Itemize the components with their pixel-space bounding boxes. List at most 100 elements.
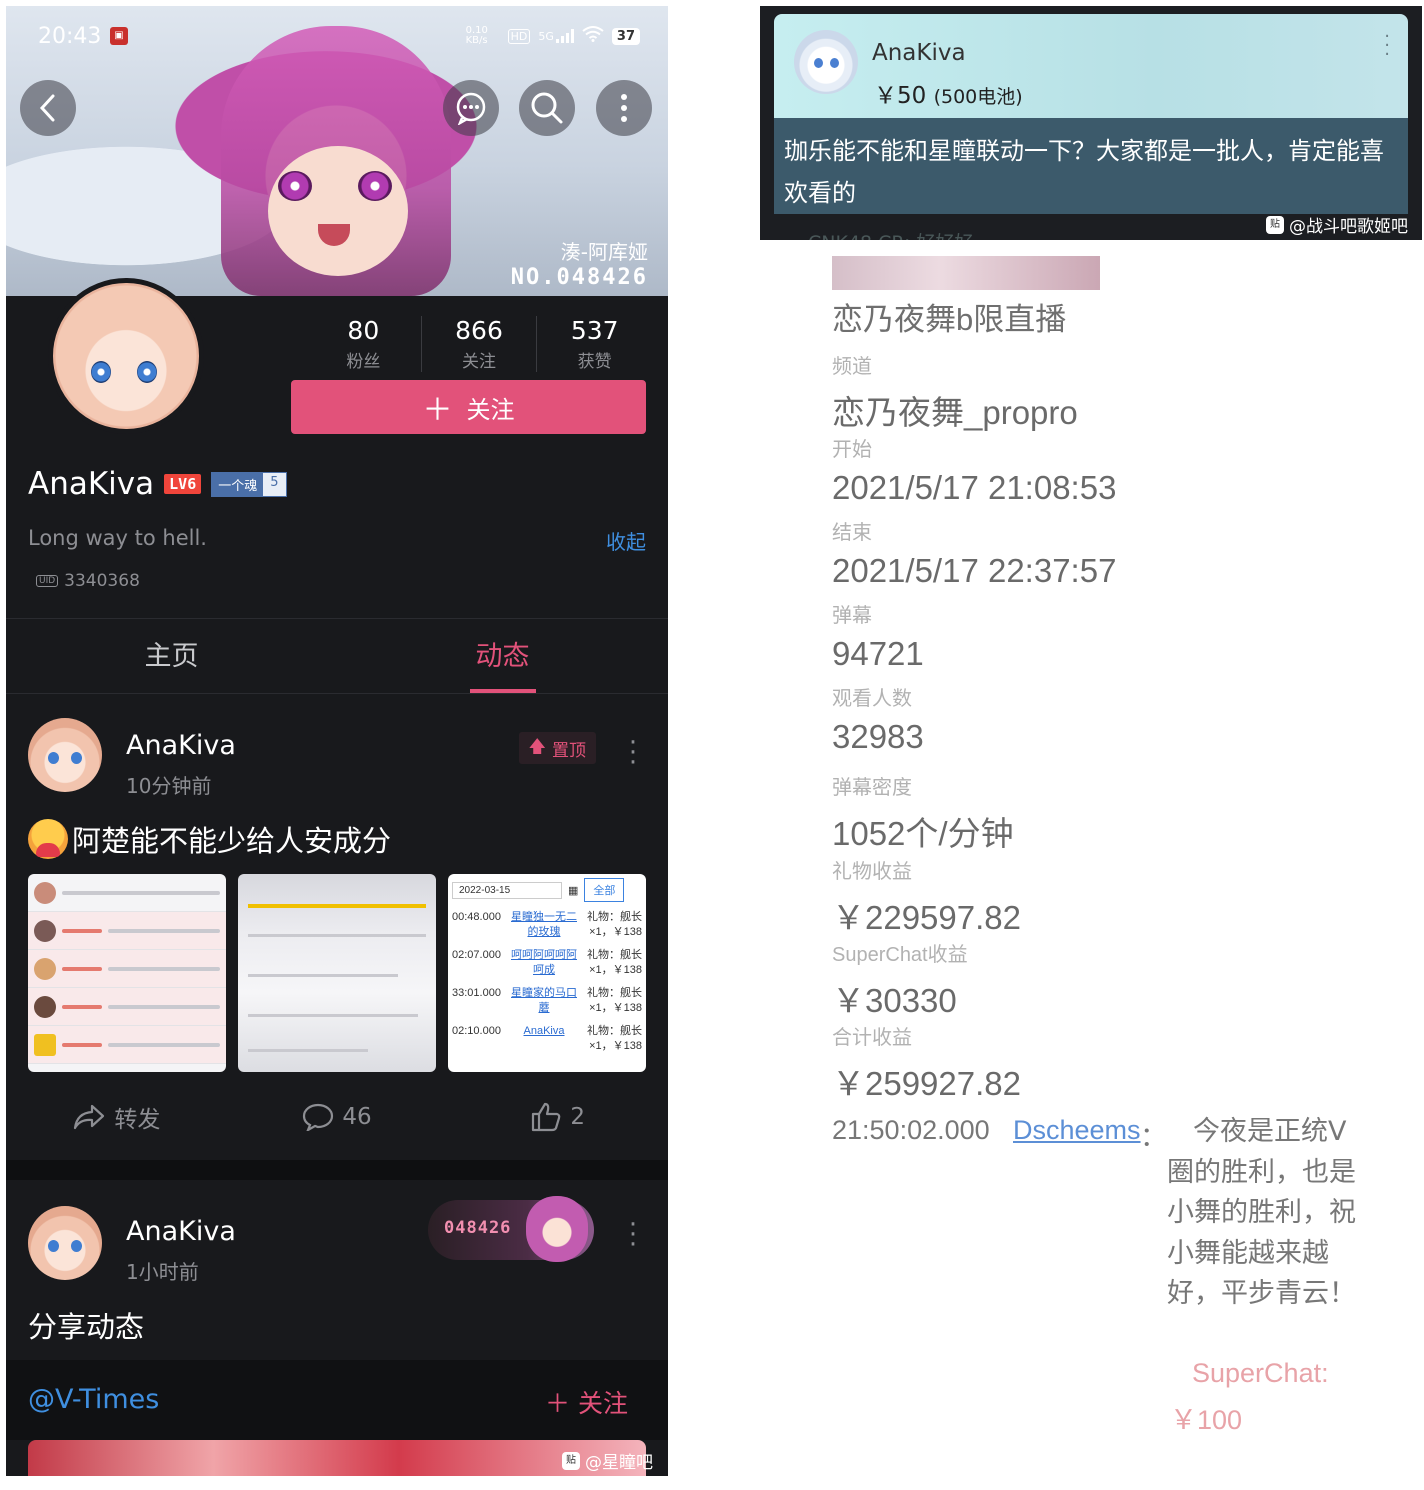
- superchat-avatar: [794, 30, 858, 94]
- post-avatar[interactable]: [28, 718, 102, 792]
- profile-signature: Long way to hell.: [28, 526, 207, 550]
- fan-badge-decoration[interactable]: 048426: [428, 1196, 594, 1262]
- post-more-button[interactable]: · · ·: [628, 1212, 638, 1258]
- superchat-amount-note: (500电池): [933, 86, 1023, 108]
- stat-label: 关注: [462, 352, 496, 372]
- stat-value-end: 2021/5/17 22:37:57: [832, 552, 1117, 589]
- avatar-eye: [91, 361, 111, 383]
- thumb-row: 02:07.000 呵呵阿呵呵阿呵成 礼物：舰长×1，￥138: [448, 944, 646, 982]
- thumb-time: 00:48.000: [452, 911, 501, 923]
- stat-value-channel: 恋乃夜舞_propro: [832, 394, 1078, 431]
- thumb-row: 02:10.000 AnaKiva 礼物：舰长×1，￥138: [448, 1020, 646, 1058]
- banner-number: NO.048426: [510, 265, 648, 290]
- uid-row: UID 3340368: [36, 571, 140, 591]
- comment-count: 46: [342, 1104, 372, 1130]
- share-label: 转发: [114, 1107, 161, 1133]
- shared-source-mention[interactable]: @V-Times: [28, 1384, 159, 1415]
- thumb-row: [28, 988, 226, 1026]
- post-image-3[interactable]: 2022-03-15 ▦ 全部 00:48.000 星瞳独一无二的玫瑰 礼物：舰…: [448, 874, 646, 1072]
- tieba-logo-icon: 贴: [562, 1451, 580, 1470]
- like-button[interactable]: 2: [447, 1100, 668, 1134]
- stat-following[interactable]: 866 关注: [422, 316, 538, 372]
- danmaku-sc-label: SuperChat:: [1192, 1358, 1329, 1388]
- soul-badge[interactable]: 一个魂 5: [211, 471, 287, 497]
- shared-source-bar: @V-Times ＋ 关注: [6, 1360, 668, 1440]
- fan-badge-number: 048426: [444, 1218, 512, 1238]
- share-button[interactable]: 转发: [6, 1100, 227, 1134]
- post-author[interactable]: AnaKiva: [126, 730, 236, 761]
- search-icon: [531, 92, 563, 124]
- stat-likes[interactable]: 537 获赞: [537, 316, 652, 372]
- tab-home[interactable]: 主页: [6, 619, 337, 693]
- danmaku-user-link[interactable]: Dscheems: [1013, 1115, 1141, 1146]
- stat-value-gift-income: ￥229597.82: [832, 899, 1021, 936]
- profile-name-row: AnaKiva LV6 一个魂 5: [28, 466, 287, 502]
- post-divider: [6, 1160, 668, 1180]
- thumb-line: [248, 934, 426, 937]
- thumb-line: [248, 974, 398, 977]
- post-text: 分享动态: [28, 1310, 145, 1344]
- status-bar: 20:43 ▣ 0.10 KB/s HD 5G 37: [6, 24, 668, 54]
- thumb-row: [28, 1026, 226, 1064]
- follow-button[interactable]: ＋ 关注: [291, 380, 646, 434]
- thumb-line: [248, 1049, 368, 1052]
- danmaku-text: 今夜是正统V圈的胜利，也是小舞的胜利，祝小舞能越来越好，平步青云！: [1167, 1116, 1356, 1309]
- thumb-row: 33:01.000 星瞳家的马口蘑 礼物：舰长×1，￥138: [448, 982, 646, 1020]
- post-text-row: 阿楚能不能少给人安成分: [28, 818, 391, 860]
- post-more-button[interactable]: · · ·: [628, 730, 638, 776]
- thumb-row: 00:48.000 星瞳独一无二的玫瑰 礼物：舰长×1，￥138: [448, 906, 646, 944]
- danmaku-colon: ：: [1140, 1122, 1167, 1153]
- more-vertical-icon: [621, 94, 627, 122]
- profile-screen: 20:43 ▣ 0.10 KB/s HD 5G 37 湊-阿库娅 NO.0484…: [6, 6, 668, 1476]
- post-author[interactable]: AnaKiva: [126, 1216, 236, 1247]
- shared-image[interactable]: [28, 1440, 646, 1476]
- post-avatar[interactable]: [28, 1206, 102, 1280]
- follow-button-label: 关注: [466, 395, 515, 424]
- thumb-highlight-line: [248, 904, 426, 908]
- thumb-gift: 礼物：舰长×1，￥138: [587, 987, 642, 1014]
- stat-label-sc-income: SuperChat收益: [832, 944, 968, 966]
- back-button[interactable]: [20, 80, 76, 136]
- shared-follow-button[interactable]: ＋ 关注: [545, 1384, 628, 1420]
- more-options-button[interactable]: [596, 80, 652, 136]
- thumb-user: 星瞳独一无二的玫瑰: [511, 911, 577, 938]
- thumb-user: AnaKiva: [523, 1025, 565, 1037]
- post-image-1[interactable]: [28, 874, 226, 1072]
- banner-character-name: 湊-阿库娅: [560, 240, 648, 264]
- fan-badge-character: [526, 1196, 588, 1262]
- collapse-link[interactable]: 收起: [606, 526, 646, 555]
- comment-icon: [303, 1103, 334, 1131]
- post-time: 10分钟前: [126, 774, 212, 798]
- soul-count: 5: [263, 472, 286, 496]
- post-image-2[interactable]: [238, 874, 436, 1072]
- avatar[interactable]: [48, 278, 204, 434]
- stat-value-sc-income: ￥30330: [832, 982, 957, 1019]
- avatar-eye: [814, 58, 823, 68]
- superchat-message: 珈乐能不能和星瞳联动一下？大家都是一批人，肯定能喜欢看的: [784, 137, 1384, 207]
- superchat-more-icon: · · ·: [1384, 26, 1390, 65]
- wifi-icon: [582, 26, 604, 46]
- back-arrow-icon: [39, 94, 55, 122]
- stat-value-danmaku: 94721: [832, 635, 924, 672]
- stat-value: 537: [570, 316, 619, 345]
- uid-icon: UID: [36, 575, 59, 587]
- stat-label-danmaku: 弹幕: [832, 605, 872, 627]
- danmaku-sc-amount: ￥100: [1170, 1405, 1243, 1435]
- level-badge: LV6: [164, 474, 202, 494]
- search-button[interactable]: [519, 80, 575, 136]
- tab-dynamic[interactable]: 动态: [337, 619, 668, 693]
- pinned-label: 置顶: [552, 740, 586, 761]
- stat-label-start: 开始: [832, 439, 872, 461]
- signal-icon: 5G: [538, 29, 574, 43]
- stat-value: 866: [455, 316, 503, 345]
- thumb-time: 33:01.000: [452, 987, 501, 999]
- comment-button[interactable]: 46: [227, 1100, 448, 1134]
- superchat-body: 珈乐能不能和星瞳联动一下？大家都是一批人，肯定能喜欢看的: [774, 118, 1408, 214]
- post-text: 阿楚能不能少给人安成分: [72, 824, 392, 858]
- post-time: 1小时前: [126, 1260, 199, 1284]
- banner-character-face: [268, 146, 408, 276]
- stat-value-total-income: ￥259927.82: [832, 1065, 1021, 1102]
- stat-fans[interactable]: 80 粉丝: [306, 316, 422, 372]
- message-button[interactable]: [443, 80, 499, 136]
- thumb-row: [28, 912, 226, 950]
